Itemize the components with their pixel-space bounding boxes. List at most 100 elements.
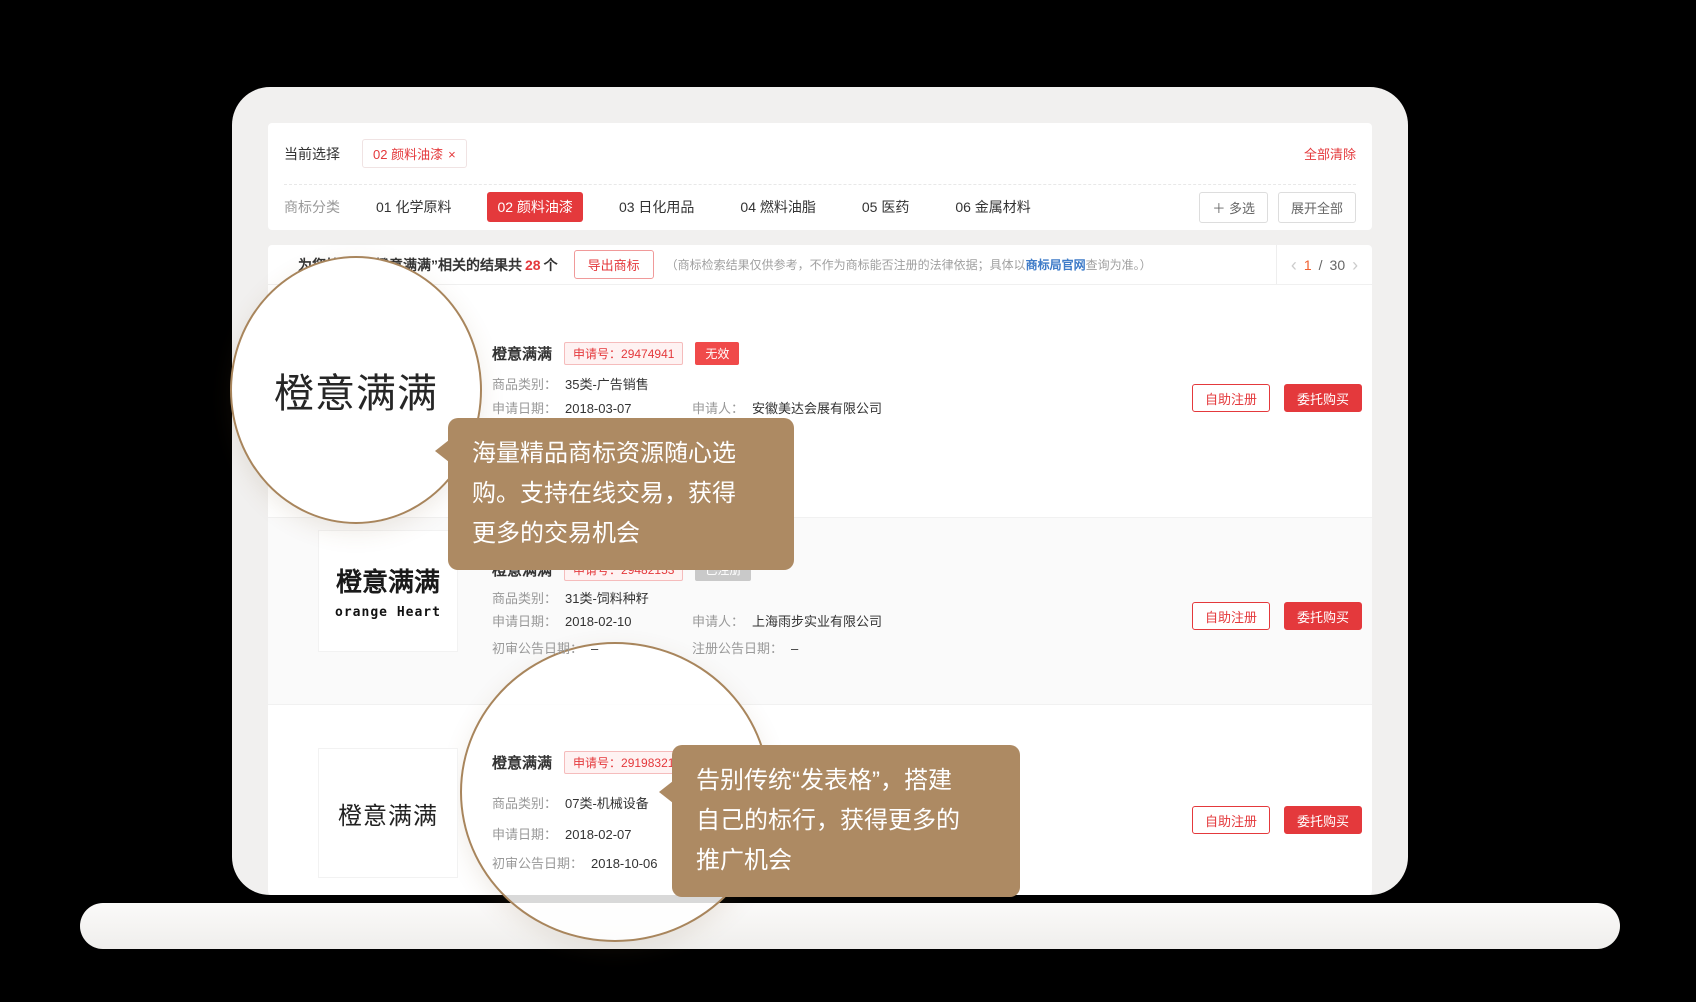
status-badge-invalid: 无效 [695, 342, 739, 365]
tooltip-text: 自己的标行，获得更多的 [696, 801, 996, 841]
field-label: 申请日期： [492, 614, 557, 629]
publication-field: 初审公告日期：– 注册公告日期：– [492, 639, 1132, 659]
row-actions: 自助注册 委托购买 [1192, 806, 1362, 834]
trademark-office-link[interactable]: 商标局官网 [1026, 258, 1086, 272]
application-number-label: 申请号： [573, 756, 621, 770]
expand-all-button[interactable]: 展开全部 [1278, 192, 1356, 223]
row-actions: 自助注册 委托购买 [1192, 602, 1362, 630]
field-label: 申请日期： [492, 401, 557, 416]
category-item-04[interactable]: 04 燃料油脂 [730, 192, 825, 222]
entrust-purchase-button[interactable]: 委托购买 [1284, 806, 1362, 834]
field-value: 31类-饲料种籽 [565, 591, 649, 606]
field-label: 申请人： [692, 401, 744, 416]
disclaimer-post: 查询为准。） [1086, 258, 1152, 272]
self-register-button[interactable]: 自助注册 [1192, 602, 1270, 630]
field-label: 商品类别： [492, 377, 557, 392]
self-register-button[interactable]: 自助注册 [1192, 384, 1270, 412]
selected-filter-tag-text: 02 颜料油漆 [373, 147, 443, 162]
application-number-badge: 申请号：29474941 [564, 342, 683, 365]
magnifier-circle: 橙意满满 [230, 256, 482, 524]
callout-tooltip-trade: 海量精品商标资源随心选 购。支持在线交易，获得 更多的交易机会 [448, 418, 794, 570]
field-label: 申请日期： [492, 827, 557, 842]
tooltip-text: 告别传统“发表格”，搭建 [696, 761, 996, 801]
field-label: 申请人： [692, 614, 744, 629]
total-pages: 30 [1330, 257, 1346, 273]
entrust-purchase-button[interactable]: 委托购买 [1284, 602, 1362, 630]
field-value: – [591, 641, 598, 656]
tooltip-arrow-icon [435, 440, 449, 462]
multi-select-button[interactable]: ＋ 多选 [1199, 192, 1268, 223]
trademark-title-line: 橙意满满 申请号：29198321 [492, 751, 683, 774]
current-selection-row: 当前选择 02 颜料油漆 × 全部清除 [284, 123, 1356, 185]
trademark-result-row[interactable]: 橙意满满 orange Heart 橙意满满 申请号：29482153 已注册 … [268, 517, 1372, 705]
tooltip-arrow-icon [659, 781, 673, 803]
field-value: 2018-10-06 [591, 856, 658, 871]
prev-page-icon[interactable]: ‹ [1291, 256, 1297, 274]
field-value: 2018-02-07 [565, 827, 632, 842]
trademark-image-subtext: orange Heart [335, 605, 441, 620]
trademark-image-text: 橙意满满 [336, 562, 440, 599]
application-number-value: 29474941 [621, 347, 674, 361]
row-actions: 自助注册 委托购买 [1192, 384, 1362, 412]
field-label: 商品类别： [492, 591, 557, 606]
tooltip-text: 购。支持在线交易，获得 [472, 474, 770, 514]
application-number-badge: 申请号：29198321 [564, 751, 683, 774]
field-label: 商品类别： [492, 796, 557, 811]
results-count: 28 [525, 257, 541, 273]
current-selection-label: 当前选择 [284, 144, 340, 164]
trademark-title-line: 橙意满满 申请号：29474941 无效 [492, 342, 739, 365]
category-item-03[interactable]: 03 日化用品 [609, 192, 704, 222]
application-number-value: 29198321 [621, 756, 674, 770]
results-suffix: 个 [544, 257, 558, 273]
category-label: 商标分类 [284, 197, 340, 217]
trademark-name: 橙意满满 [492, 343, 552, 364]
field-label: 初审公告日期： [492, 641, 583, 656]
magnified-trademark-text: 橙意满满 [274, 361, 438, 419]
category-list: 01 化学原料 02 颜料油漆 03 日化用品 04 燃料油脂 05 医药 06… [366, 192, 1067, 222]
field-label: 初审公告日期： [492, 856, 583, 871]
category-field: 商品类别： 35类-广告销售 [492, 375, 1132, 395]
disclaimer-text: （商标检索结果仅供参考，不作为商标能否注册的法律依据；具体以商标局官网查询为准。… [666, 256, 1152, 273]
date-applicant-field: 申请日期： 2018-02-10 申请人： 上海雨步实业有限公司 [492, 612, 1132, 632]
field-value: 上海雨步实业有限公司 [752, 614, 882, 629]
category-item-06[interactable]: 06 金属材料 [945, 192, 1040, 222]
field-value: 2018-02-10 [565, 614, 632, 629]
trademark-image[interactable]: 橙意满满 orange Heart [318, 530, 458, 652]
current-page: 1 [1304, 257, 1312, 273]
tooltip-text: 海量精品商标资源随心选 [472, 434, 770, 474]
disclaimer-pre: （商标检索结果仅供参考，不作为商标能否注册的法律依据；具体以 [666, 258, 1026, 272]
self-register-button[interactable]: 自助注册 [1192, 806, 1270, 834]
tag-close-icon[interactable]: × [448, 147, 456, 162]
category-item-01[interactable]: 01 化学原料 [366, 192, 461, 222]
laptop-base [80, 903, 1620, 949]
applicant-field: 申请人： 安徽美达会展有限公司 [692, 399, 882, 419]
application-number-label: 申请号： [573, 347, 621, 361]
next-page-icon[interactable]: › [1352, 256, 1358, 274]
results-header: 为您检索到“橙意满满”相关的结果共28个 导出商标 （商标检索结果仅供参考，不作… [268, 245, 1372, 285]
field-value: – [791, 641, 798, 656]
tooltip-text: 更多的交易机会 [472, 514, 770, 554]
trademark-image-text: 橙意满满 [338, 796, 438, 831]
page: 当前选择 02 颜料油漆 × 全部清除 商标分类 01 化学原料 02 颜料油漆 … [0, 0, 1696, 1002]
field-value: 安徽美达会展有限公司 [752, 401, 882, 416]
filter-panel: 当前选择 02 颜料油漆 × 全部清除 商标分类 01 化学原料 02 颜料油漆 … [268, 123, 1372, 230]
tooltip-text: 推广机会 [696, 841, 996, 881]
date-applicant-field: 申请日期： 2018-03-07 申请人： 安徽美达会展有限公司 [492, 399, 1132, 419]
clear-all-button[interactable]: 全部清除 [1304, 144, 1356, 163]
category-row: 商标分类 01 化学原料 02 颜料油漆 03 日化用品 04 燃料油脂 05 … [284, 185, 1356, 229]
entrust-purchase-button[interactable]: 委托购买 [1284, 384, 1362, 412]
trademark-name: 橙意满满 [492, 752, 552, 773]
field-value: 07类-机械设备 [565, 796, 649, 811]
field-value: 2018-03-07 [565, 401, 632, 416]
category-item-02-selected[interactable]: 02 颜料油漆 [487, 192, 582, 222]
selected-filter-tag[interactable]: 02 颜料油漆 × [362, 139, 467, 168]
export-trademark-button[interactable]: 导出商标 [574, 250, 654, 279]
reg-publication-field: 注册公告日期：– [692, 639, 798, 659]
category-item-05[interactable]: 05 医药 [852, 192, 919, 222]
callout-tooltip-promotion: 告别传统“发表格”，搭建 自己的标行，获得更多的 推广机会 [672, 745, 1020, 897]
page-separator: / [1319, 257, 1323, 273]
applicant-field: 申请人： 上海雨步实业有限公司 [692, 612, 882, 632]
field-value: 35类-广告销售 [565, 377, 649, 392]
category-field: 商品类别： 31类-饲料种籽 [492, 589, 1132, 609]
trademark-image[interactable]: 橙意满满 [318, 748, 458, 878]
